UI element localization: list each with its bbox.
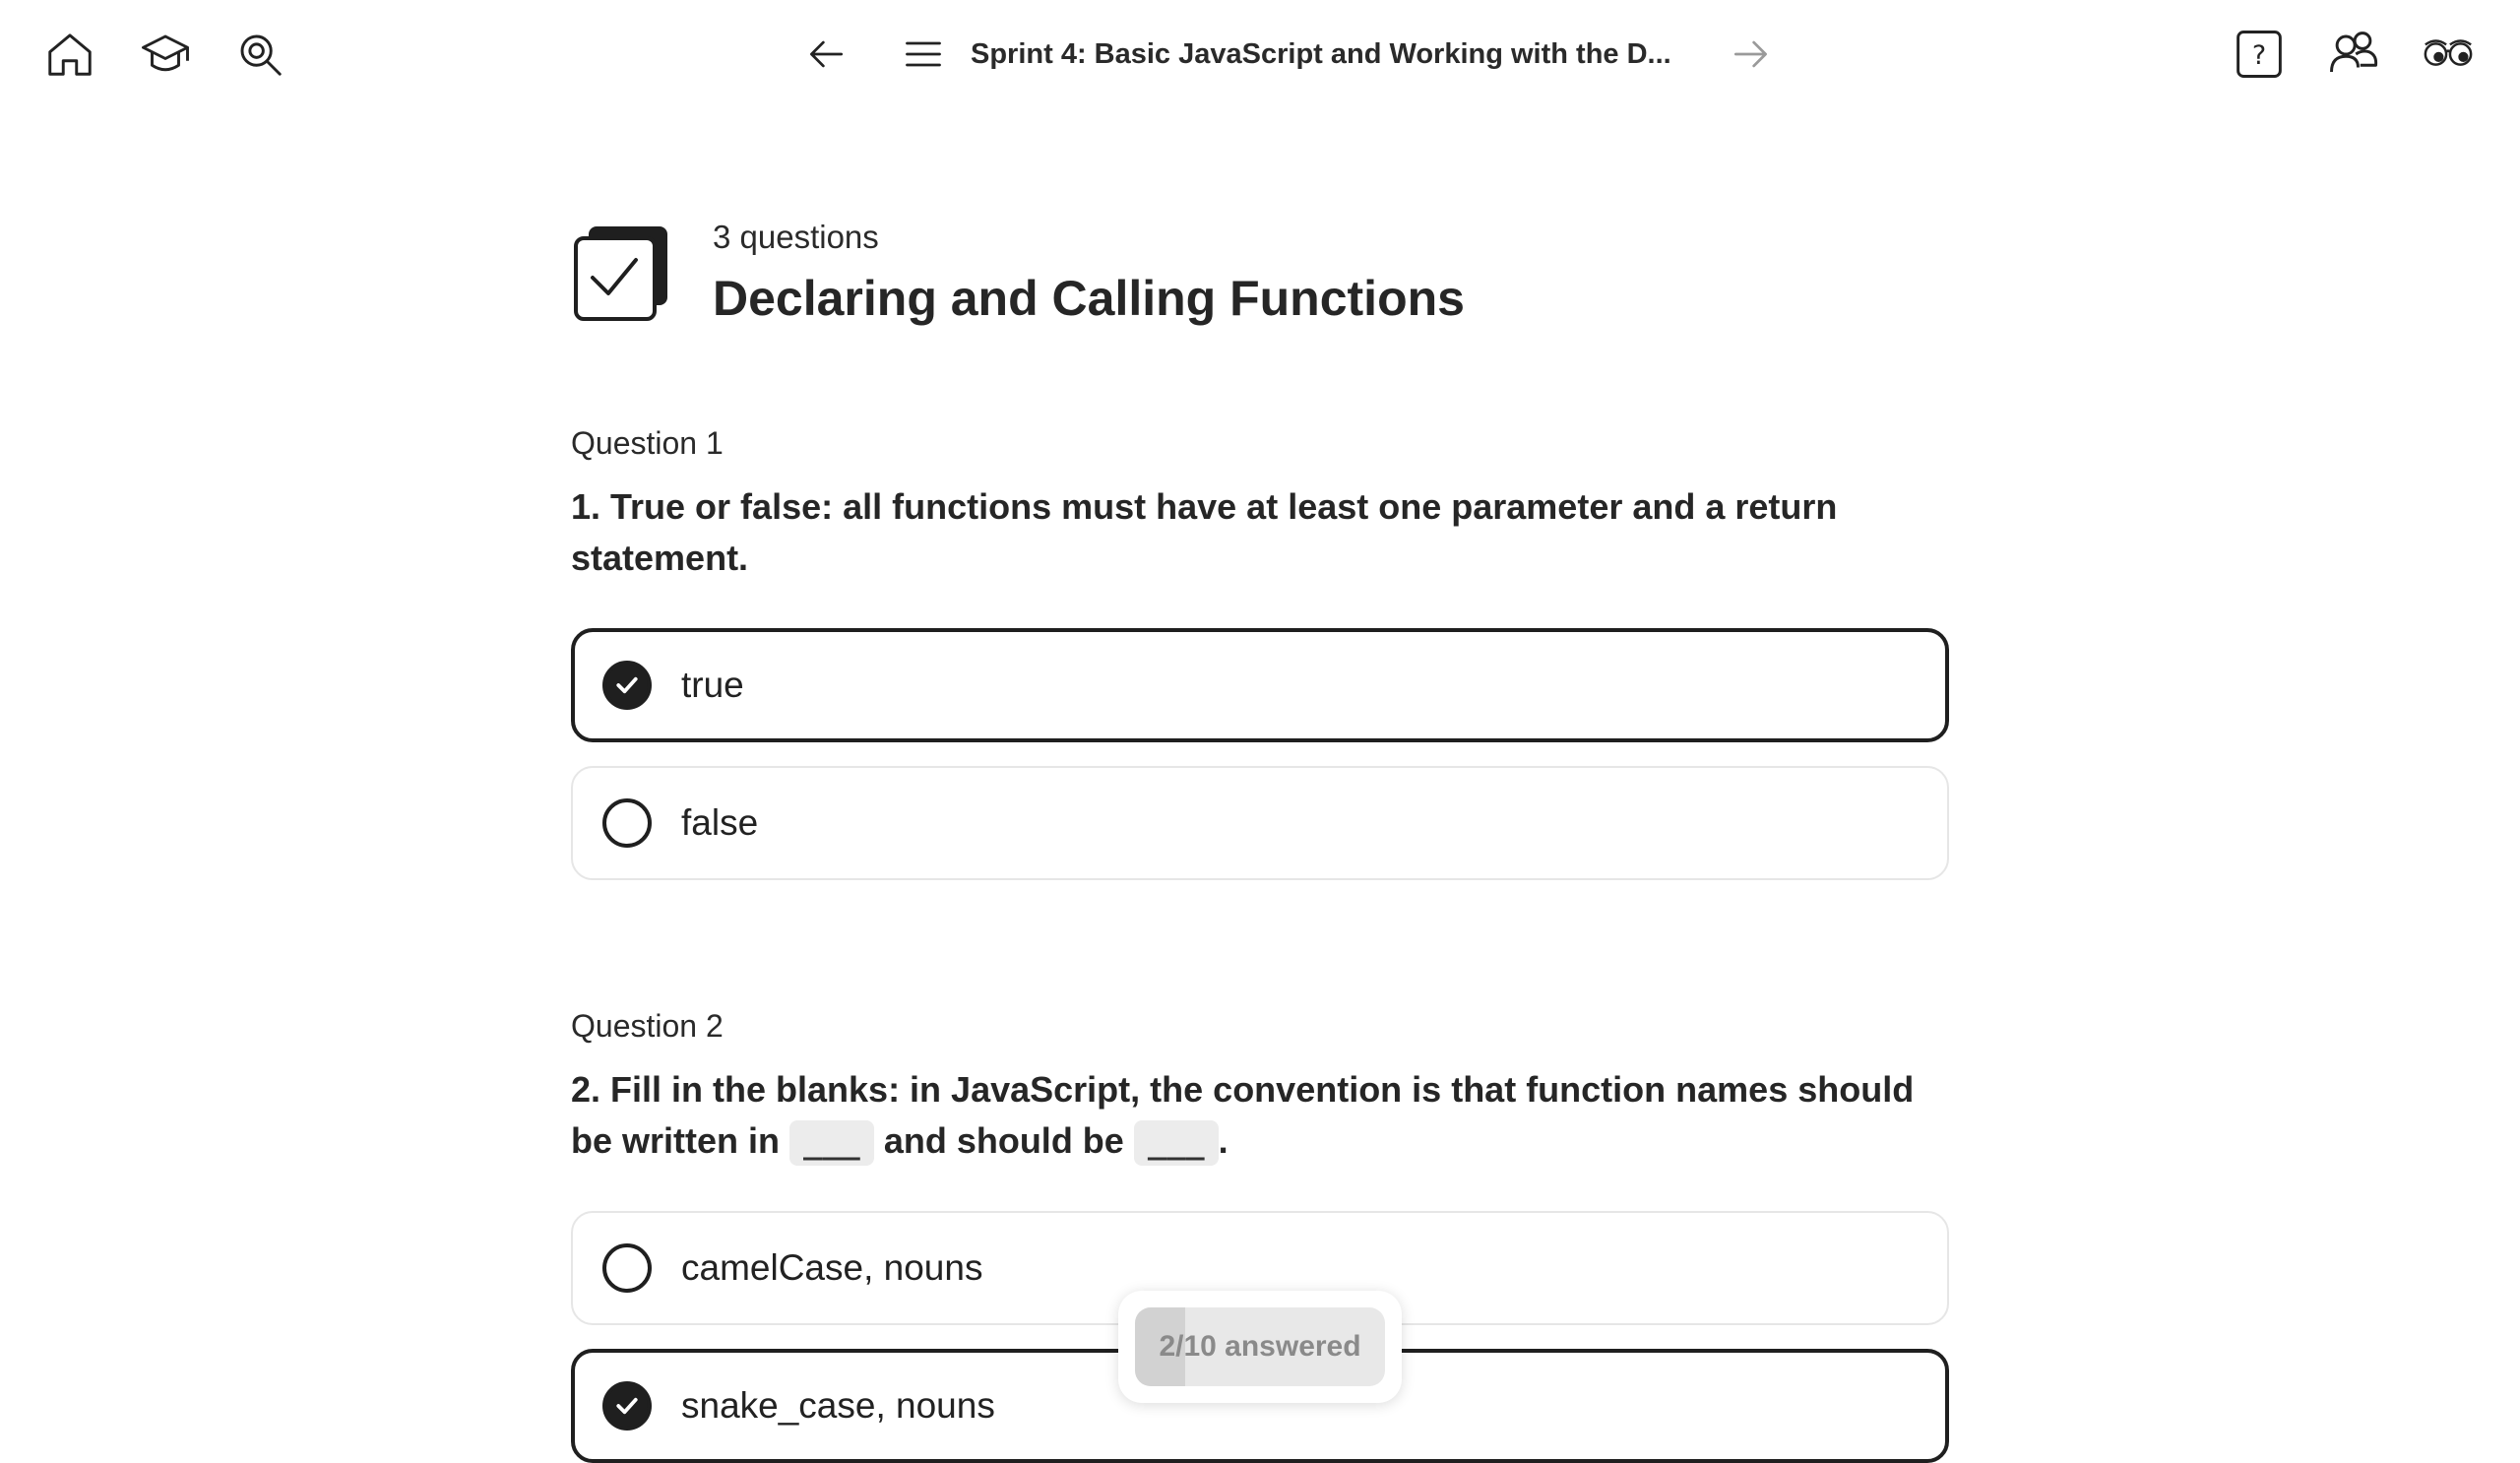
question-2: Question 2 2. Fill in the blanks: in Jav… bbox=[571, 1008, 1949, 1167]
search-icon[interactable] bbox=[231, 26, 288, 83]
question-count: 3 questions bbox=[713, 219, 879, 255]
help-icon[interactable]: ? bbox=[2231, 26, 2288, 83]
blank-placeholder: ___ bbox=[1133, 1120, 1219, 1167]
radio-icon bbox=[602, 798, 652, 848]
option-true[interactable]: true bbox=[571, 628, 1949, 742]
top-navigation-bar: Sprint 4: Basic JavaScript and Working w… bbox=[0, 0, 2520, 110]
courses-icon[interactable] bbox=[137, 26, 194, 83]
question-text: 1. True or false: all functions must hav… bbox=[571, 486, 1838, 578]
arrow-left-icon[interactable] bbox=[797, 26, 856, 83]
option-label: true bbox=[681, 665, 744, 705]
checked-radio-icon bbox=[602, 661, 652, 710]
option-label: snake_case, nouns bbox=[681, 1385, 995, 1426]
question-1: Question 1 1. True or false: all functio… bbox=[571, 425, 1949, 584]
home-icon[interactable] bbox=[41, 26, 98, 83]
progress-bar: 2/10 answered bbox=[1135, 1307, 1385, 1386]
question-label: Question 1 bbox=[571, 425, 724, 461]
question-label: Question 2 bbox=[571, 1008, 724, 1044]
quiz-title: Declaring and Calling Functions bbox=[713, 271, 1465, 326]
checked-radio-icon bbox=[602, 1381, 652, 1431]
radio-icon bbox=[602, 1243, 652, 1293]
lesson-navigation: Sprint 4: Basic JavaScript and Working w… bbox=[797, 20, 1780, 89]
question-text: 2. Fill in the blanks: in JavaScript, th… bbox=[571, 1064, 1949, 1167]
sprint-title[interactable]: Sprint 4: Basic JavaScript and Working w… bbox=[971, 38, 1671, 71]
arrow-right-icon[interactable] bbox=[1721, 26, 1780, 83]
question-text-part: . bbox=[1218, 1120, 1228, 1161]
svg-text:?: ? bbox=[2252, 40, 2266, 71]
question-text-part: and should be bbox=[873, 1120, 1134, 1161]
question-text-part: 2. Fill in the blanks: in JavaScript, th… bbox=[571, 1069, 1915, 1161]
community-icon[interactable] bbox=[2325, 26, 2382, 83]
progress-label: 2/10 answered bbox=[1159, 1330, 1361, 1363]
quiz-header: 3 questions Declaring and Calling Functi… bbox=[571, 207, 1949, 354]
option-label: camelCase, nouns bbox=[681, 1247, 983, 1288]
option-label: false bbox=[681, 802, 759, 843]
quiz-checkbox-icon bbox=[574, 226, 667, 321]
menu-icon[interactable] bbox=[894, 26, 953, 83]
progress-indicator[interactable]: 2/10 answered bbox=[1118, 1291, 1402, 1403]
glasses-icon[interactable] bbox=[2420, 26, 2477, 83]
blank-placeholder: ___ bbox=[789, 1120, 874, 1167]
quiz-content: 3 questions Declaring and Calling Functi… bbox=[571, 207, 1949, 1463]
option-false[interactable]: false bbox=[571, 766, 1949, 880]
